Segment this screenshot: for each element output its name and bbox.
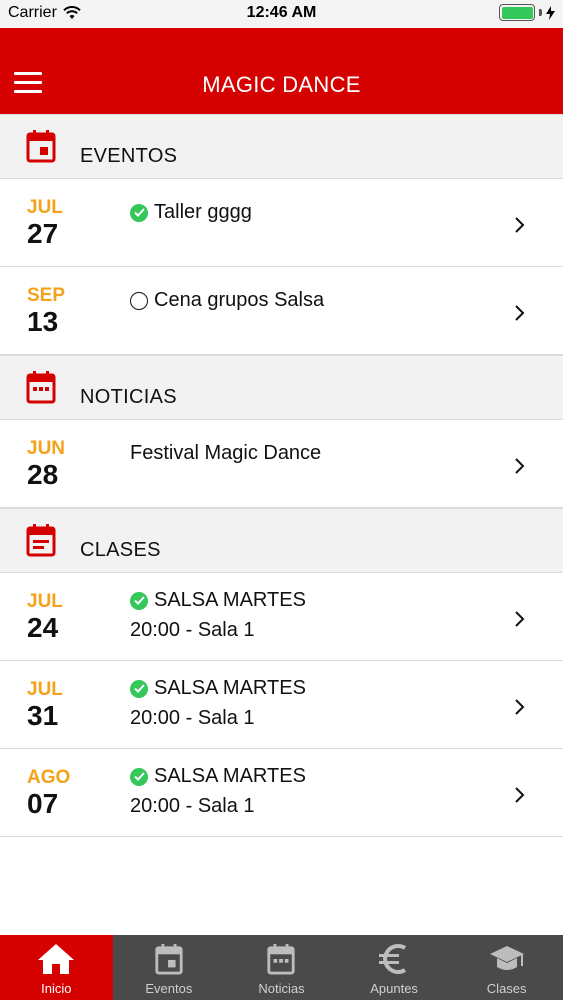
check-circle-icon: [130, 679, 148, 698]
row-title-group: SALSA MARTES: [130, 677, 306, 700]
calendar-dots-icon: [267, 944, 296, 975]
calendar-list-icon: [26, 524, 56, 557]
row-title: SALSA MARTES: [154, 765, 306, 787]
tab-inicio[interactable]: Inicio: [0, 935, 113, 1000]
page-title: MAGIC DANCE: [202, 72, 361, 97]
check-circle-icon: [130, 767, 148, 786]
battery-level: [501, 6, 533, 19]
date-block: SEP 13: [27, 285, 97, 337]
date-block: JUL 31: [27, 679, 97, 731]
date-day: 07: [27, 788, 59, 819]
tab-label: Apuntes: [370, 981, 418, 996]
check-circle-icon: [130, 203, 148, 222]
date-block: JUL 27: [27, 197, 97, 249]
section-header-noticias: NOTICIAS: [0, 355, 563, 420]
row-title-group: Festival Magic Dance: [130, 442, 321, 465]
section-title: EVENTOS: [80, 145, 178, 167]
class-row[interactable]: AGO 07 SALSA MARTES 20:00 - Sala 1: [0, 749, 563, 837]
row-title: Cena grupos Salsa: [154, 289, 325, 311]
event-row[interactable]: JUL 27 Taller gggg: [0, 179, 563, 267]
date-month: JUL: [27, 679, 63, 700]
tab-noticias[interactable]: Noticias: [225, 935, 338, 1000]
calendar-icon: [155, 944, 183, 975]
home-content: EVENTOS JUL 27 Taller gggg SEP 13 Cena g…: [0, 114, 563, 837]
tab-apuntes[interactable]: Apuntes: [338, 935, 451, 1000]
status-time: 12:46 AM: [246, 4, 317, 21]
date-day: 24: [27, 612, 59, 643]
check-circle-icon: [130, 591, 148, 610]
row-title: SALSA MARTES: [154, 589, 306, 611]
date-block: JUN 28: [27, 438, 97, 490]
tab-clases[interactable]: Clases: [450, 935, 563, 1000]
charging-bolt-icon: [546, 5, 555, 20]
empty-circle-icon: [130, 291, 148, 310]
date-day: 13: [27, 306, 59, 337]
chevron-right-icon: [515, 699, 525, 715]
tab-label: Eventos: [145, 981, 193, 996]
date-day: 28: [27, 459, 59, 490]
chevron-right-icon: [515, 217, 525, 233]
chevron-right-icon: [515, 787, 525, 803]
date-month: JUN: [27, 438, 66, 459]
class-row[interactable]: JUL 24 SALSA MARTES 20:00 - Sala 1: [0, 573, 563, 661]
class-row[interactable]: JUL 31 SALSA MARTES 20:00 - Sala 1: [0, 661, 563, 749]
row-title-group: Cena grupos Salsa: [130, 289, 324, 312]
date-day: 31: [27, 700, 59, 731]
section-title: NOTICIAS: [80, 386, 177, 408]
date-block: JUL 24: [27, 591, 97, 643]
row-title: SALSA MARTES: [154, 677, 306, 699]
section-header-clases: CLASES: [0, 508, 563, 573]
chevron-right-icon: [515, 458, 525, 474]
news-row[interactable]: JUN 28 Festival Magic Dance: [0, 420, 563, 508]
event-row[interactable]: SEP 13 Cena grupos Salsa: [0, 267, 563, 355]
section-header-eventos: EVENTOS: [0, 114, 563, 179]
tab-eventos[interactable]: Eventos: [113, 935, 226, 1000]
section-title: CLASES: [80, 539, 161, 561]
date-month: SEP: [27, 285, 66, 306]
nav-bar: MAGIC DANCE: [0, 28, 563, 114]
date-day: 27: [27, 218, 59, 249]
calendar-icon: [26, 130, 56, 163]
chevron-right-icon: [515, 305, 525, 321]
row-title-group: SALSA MARTES: [130, 589, 306, 612]
tab-label: Noticias: [258, 981, 305, 996]
date-month: AGO: [27, 767, 71, 788]
tab-label: Inicio: [41, 981, 72, 996]
chevron-right-icon: [515, 611, 525, 627]
battery-tip: [539, 9, 542, 16]
row-title-group: SALSA MARTES: [130, 765, 306, 788]
row-title: Festival Magic Dance: [130, 442, 322, 464]
row-detail: 20:00 - Sala 1: [130, 619, 255, 641]
home-icon: [38, 944, 75, 974]
tab-bar: Inicio Eventos Noticias Apuntes Clases: [0, 935, 563, 1000]
row-title: Taller gggg: [154, 201, 252, 223]
tab-label: Clases: [486, 981, 527, 996]
row-detail: 20:00 - Sala 1: [130, 795, 255, 817]
status-bar: Carrier 12:46 AM: [0, 0, 563, 28]
graduation-cap-icon: [489, 946, 524, 970]
row-title-group: Taller gggg: [130, 201, 252, 224]
date-month: JUL: [27, 197, 63, 218]
hamburger-menu-icon[interactable]: [14, 72, 42, 94]
battery-icon: [499, 4, 535, 21]
row-detail: 20:00 - Sala 1: [130, 707, 255, 729]
battery-group: [499, 4, 555, 21]
calendar-dots-icon: [26, 371, 56, 404]
date-month: JUL: [27, 591, 63, 612]
app-screen: Carrier 12:46 AM MAGIC DANCE EVENTOS JUL…: [0, 0, 563, 1000]
euro-icon: [379, 944, 407, 974]
date-block: AGO 07: [27, 767, 97, 819]
